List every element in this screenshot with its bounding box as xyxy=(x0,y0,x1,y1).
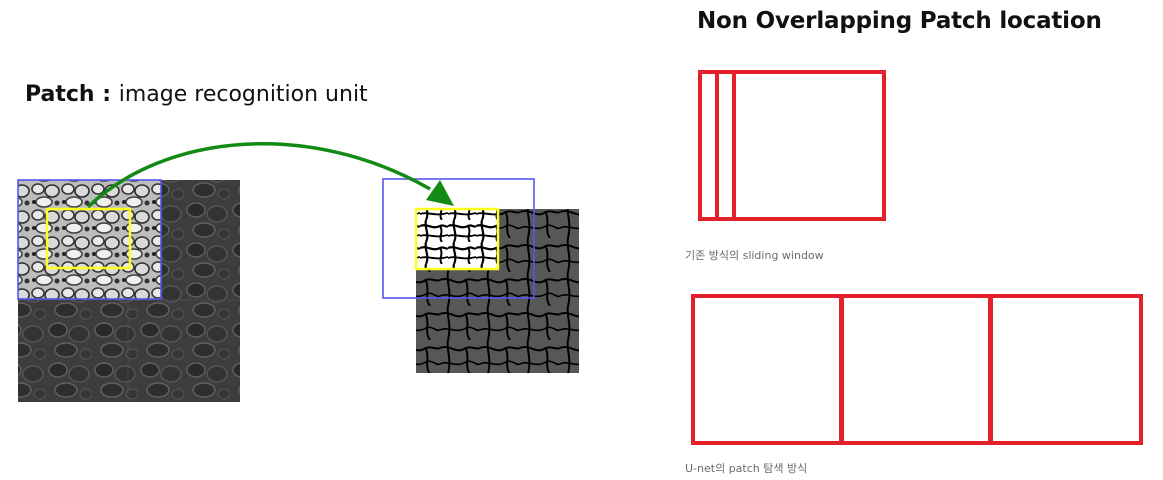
caption-unet-patch: U-net의 patch 탐색 방식 xyxy=(685,462,808,475)
unet-patch-2 xyxy=(840,294,992,445)
diagram-canvas xyxy=(17,70,1143,445)
context-region-texture xyxy=(18,180,161,299)
arrow-head-icon xyxy=(426,180,454,206)
sliding-window-3 xyxy=(732,70,886,221)
sliding-window-diagram xyxy=(698,70,886,221)
unet-patch-3 xyxy=(989,294,1143,445)
caption-sliding-window: 기존 방식의 sliding window xyxy=(685,249,824,262)
segmented-patch-texture xyxy=(416,209,498,269)
unet-patch-diagram xyxy=(691,294,1143,445)
unet-patch-1 xyxy=(691,294,843,445)
